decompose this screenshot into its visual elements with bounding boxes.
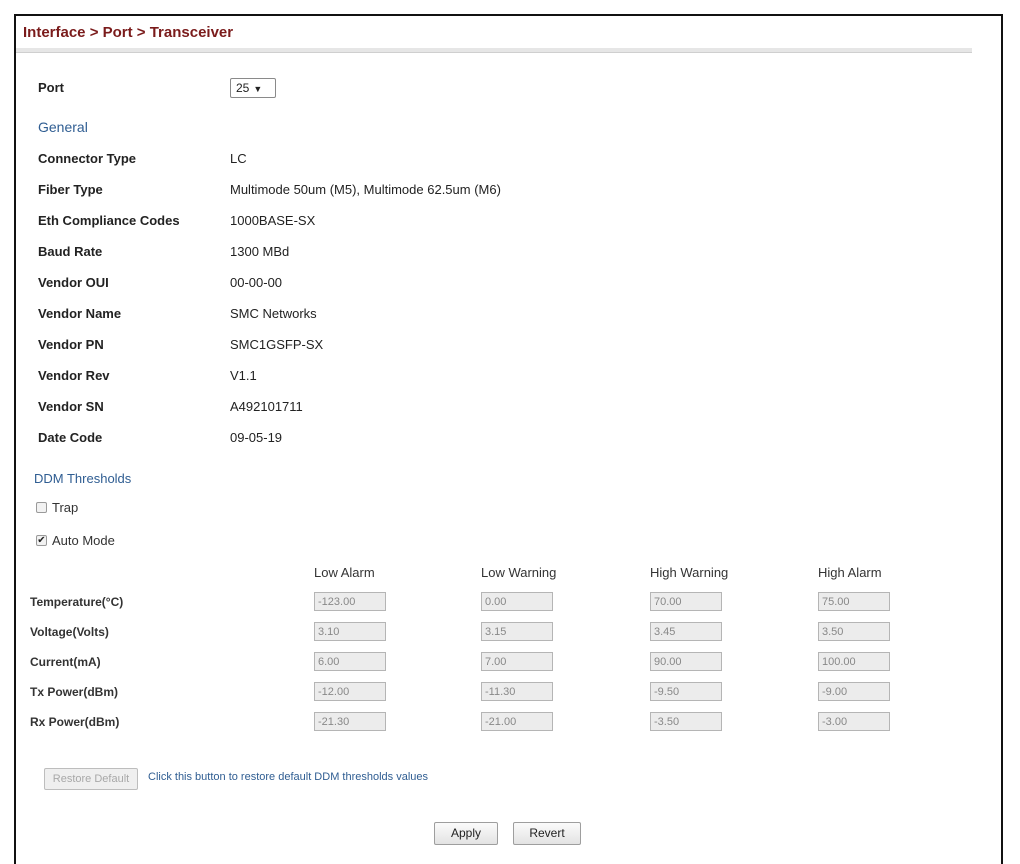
rx-power-high-warning-input[interactable] <box>650 712 722 731</box>
tx-power-low-warning-input[interactable] <box>481 682 553 701</box>
current-low-alarm-input[interactable] <box>314 652 386 671</box>
voltage-high-warning-input[interactable] <box>650 622 722 641</box>
voltage-low-warning-input[interactable] <box>481 622 553 641</box>
col-high-alarm: High Alarm <box>818 565 882 580</box>
temperature-low-alarm-input[interactable] <box>314 592 386 611</box>
col-low-warning: Low Warning <box>481 565 557 580</box>
temperature-label: Temperature(°C) <box>30 595 124 609</box>
breadcrumb: Interface > Port > Transceiver <box>23 24 234 41</box>
vendor-rev-value: V1.1 <box>230 368 257 383</box>
auto-mode-checkbox[interactable]: ✔ <box>36 535 47 546</box>
vendor-oui-label: Vendor OUI <box>38 275 109 290</box>
current-high-alarm-input[interactable] <box>818 652 890 671</box>
baud-rate-value: 1300 MBd <box>230 244 290 259</box>
restore-default-button[interactable]: Restore Default <box>44 768 138 790</box>
revert-button[interactable]: Revert <box>513 822 581 845</box>
current-low-warning-input[interactable] <box>481 652 553 671</box>
tx-power-high-alarm-input[interactable] <box>818 682 890 701</box>
restore-default-hint: Click this button to restore default DDM… <box>148 771 429 783</box>
ddm-section-title: DDM Thresholds <box>34 471 132 486</box>
rx-power-low-warning-input[interactable] <box>481 712 553 731</box>
temperature-high-alarm-input[interactable] <box>818 592 890 611</box>
tx-power-label: Tx Power(dBm) <box>30 685 119 699</box>
connector-type-label: Connector Type <box>38 151 136 166</box>
transceiver-panel: Interface > Port > Transceiver Port 25 ▼ … <box>14 14 1003 864</box>
col-low-alarm: Low Alarm <box>314 565 375 580</box>
vendor-pn-value: SMC1GSFP-SX <box>230 337 324 352</box>
auto-mode-label: Auto Mode <box>52 533 115 548</box>
current-high-warning-input[interactable] <box>650 652 722 671</box>
rx-power-low-alarm-input[interactable] <box>314 712 386 731</box>
checkmark-icon: ✔ <box>37 535 46 546</box>
tx-power-low-alarm-input[interactable] <box>314 682 386 701</box>
date-code-label: Date Code <box>38 430 103 445</box>
trap-checkbox[interactable] <box>36 502 47 513</box>
tx-power-high-warning-input[interactable] <box>650 682 722 701</box>
voltage-low-alarm-input[interactable] <box>314 622 386 641</box>
eth-compliance-label: Eth Compliance Codes <box>38 213 180 228</box>
fiber-type-label: Fiber Type <box>38 182 103 197</box>
port-select-value: 25 <box>236 81 250 95</box>
eth-compliance-value: 1000BASE-SX <box>230 213 316 228</box>
voltage-high-alarm-input[interactable] <box>818 622 890 641</box>
vendor-pn-label: Vendor PN <box>38 337 104 352</box>
rx-power-label: Rx Power(dBm) <box>30 715 120 729</box>
rx-power-high-alarm-input[interactable] <box>818 712 890 731</box>
temperature-high-warning-input[interactable] <box>650 592 722 611</box>
trap-label: Trap <box>52 500 79 515</box>
vendor-name-value: SMC Networks <box>230 306 317 321</box>
fiber-type-value: Multimode 50um (M5), Multimode 62.5um (M… <box>230 182 501 197</box>
port-label: Port <box>38 80 64 95</box>
temperature-low-warning-input[interactable] <box>481 592 553 611</box>
vendor-rev-label: Vendor Rev <box>38 368 110 383</box>
port-select[interactable]: 25 ▼ <box>230 78 276 98</box>
header-divider <box>16 48 972 53</box>
baud-rate-label: Baud Rate <box>38 244 103 259</box>
vendor-sn-label: Vendor SN <box>38 399 104 414</box>
connector-type-value: LC <box>230 151 247 166</box>
vendor-sn-value: A492101711 <box>230 399 303 414</box>
current-label: Current(mA) <box>30 655 101 669</box>
vendor-name-label: Vendor Name <box>38 306 122 321</box>
caret-down-icon: ▼ <box>253 84 263 94</box>
apply-button[interactable]: Apply <box>434 822 498 845</box>
voltage-label: Voltage(Volts) <box>30 625 109 639</box>
date-code-value: 09-05-19 <box>230 430 283 445</box>
general-section-title: General <box>38 119 88 135</box>
vendor-oui-value: 00-00-00 <box>230 275 283 290</box>
col-high-warning: High Warning <box>650 565 729 580</box>
